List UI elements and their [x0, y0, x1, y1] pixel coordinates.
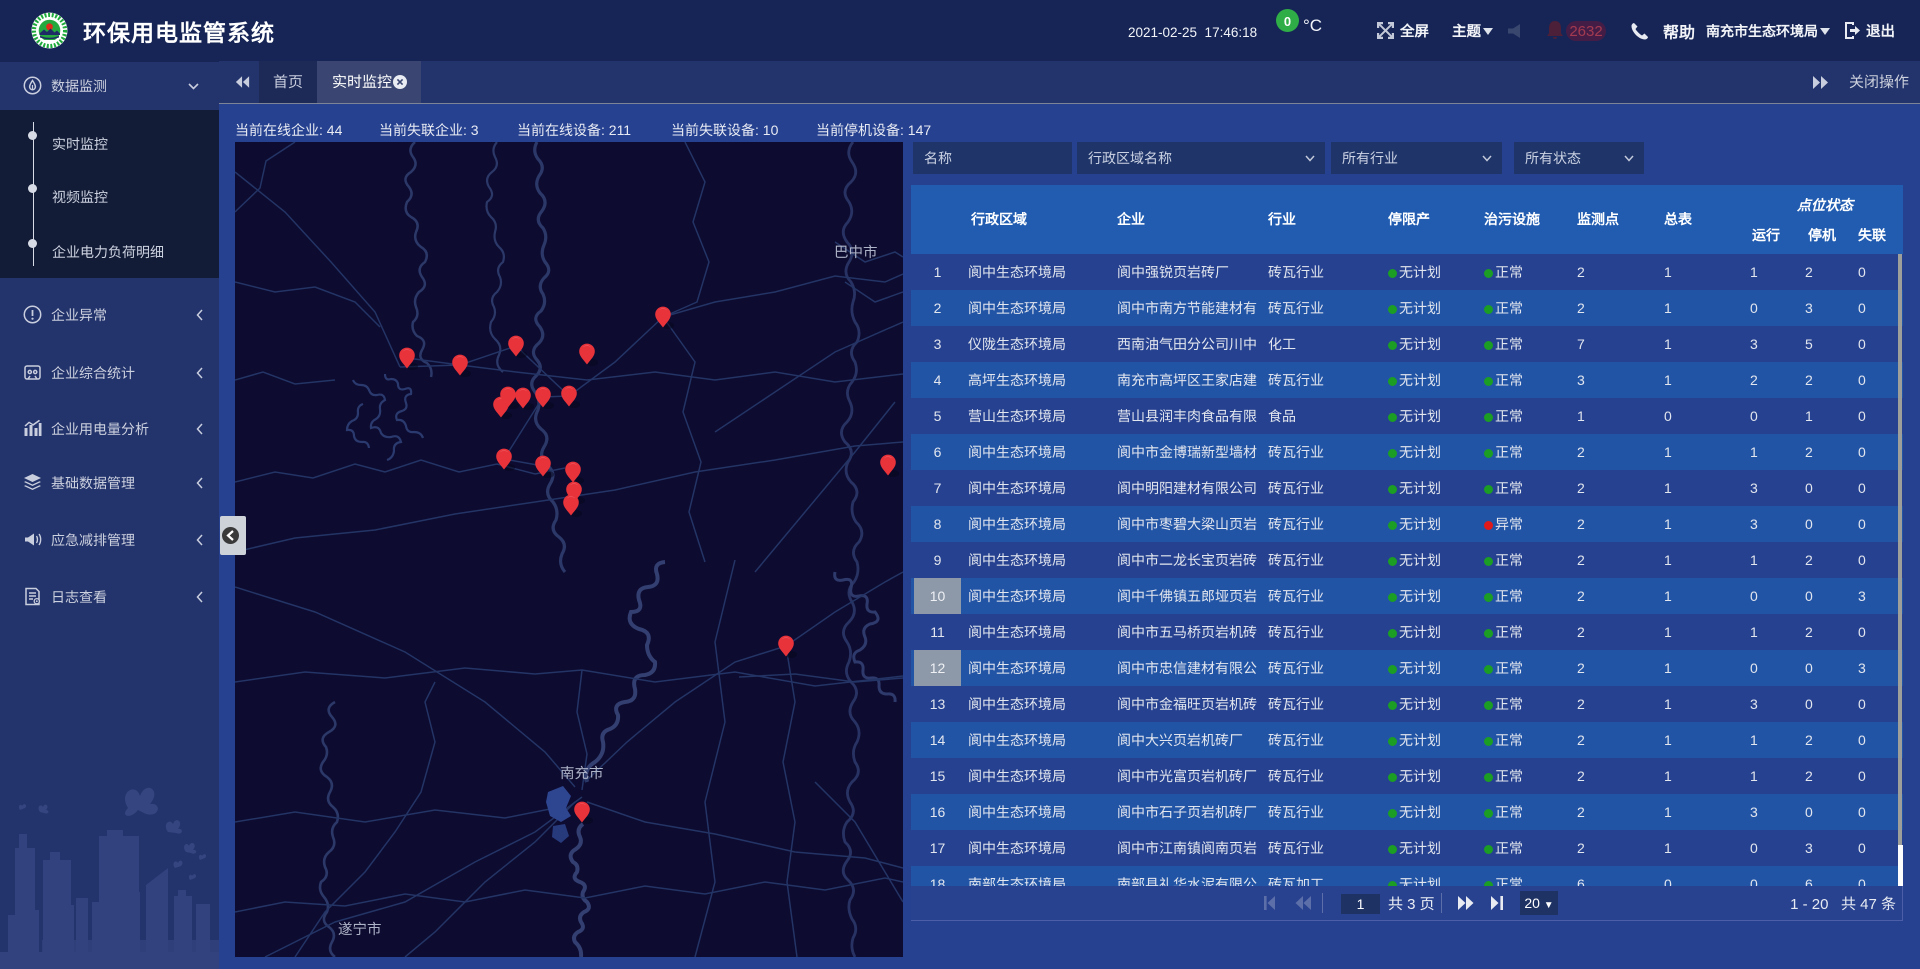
svg-text:南充市: 南充市	[560, 762, 604, 783]
svg-text:遂宁市: 遂宁市	[338, 918, 382, 939]
svg-text:巴中市: 巴中市	[834, 241, 878, 262]
